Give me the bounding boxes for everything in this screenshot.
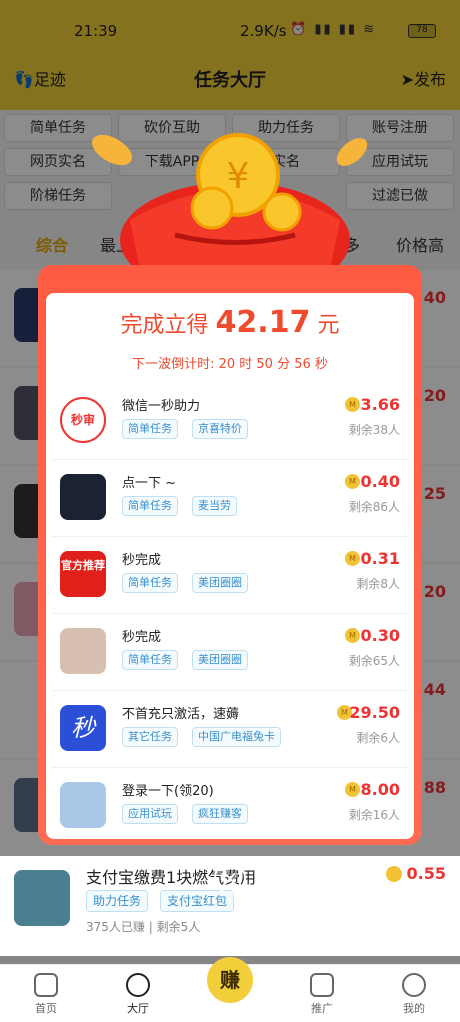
offer-remaining: 剩余86人 bbox=[348, 500, 400, 514]
offer-tag: 麦当劳 bbox=[192, 496, 237, 516]
offer-price: 0.31 bbox=[360, 549, 400, 568]
reward-modal: 完成立得 42.17 元 下一波倒计时: 20 时 50 分 56 秒 秒审 微… bbox=[38, 265, 422, 845]
offer-tag: 简单任务 bbox=[122, 573, 178, 593]
offer-price: 8.00 bbox=[360, 780, 400, 799]
nav-hall-label: 大厅 bbox=[127, 1002, 149, 1015]
offer-item[interactable]: 登录一下(领20) 应用试玩 疯狂赚客 M 8.00 剩余16人 bbox=[52, 768, 408, 845]
offer-tag: 应用试玩 bbox=[122, 804, 178, 824]
nav-promote[interactable]: 推广 bbox=[292, 973, 352, 1016]
task-price: 0.55 bbox=[406, 864, 446, 883]
home-icon bbox=[34, 973, 58, 997]
offer-tag: 疯狂赚客 bbox=[192, 804, 248, 824]
offer-item[interactable]: 秒审 微信一秒助力 简单任务 京喜特价 M 3.66 剩余38人 bbox=[52, 383, 408, 460]
countdown-text: 下一波倒计时: 20 时 50 分 56 秒 bbox=[132, 357, 328, 372]
offer-tag: 美团圈圈 bbox=[192, 650, 248, 670]
send-icon bbox=[310, 973, 334, 997]
offer-tag: 美团圈圈 bbox=[192, 573, 248, 593]
offer-remaining: 剩余6人 bbox=[356, 731, 400, 745]
offer-tag: 京喜特价 bbox=[192, 419, 248, 439]
offer-price: 0.30 bbox=[360, 626, 400, 645]
reward-unit: 元 bbox=[317, 313, 340, 338]
svg-text:¥: ¥ bbox=[227, 156, 250, 197]
offer-item[interactable]: 秒 不首充只激活，速薅 其它任务 中国广电福兔卡 M 29.50 剩余6人 bbox=[52, 691, 408, 768]
offer-tag: 简单任务 bbox=[122, 650, 178, 670]
profile-icon bbox=[402, 973, 426, 997]
offer-app-icon bbox=[60, 628, 106, 674]
offer-price: 3.66 bbox=[360, 395, 400, 414]
reward-headline: 完成立得 42.17 元 bbox=[46, 305, 414, 340]
offer-title: 微信一秒助力 bbox=[122, 399, 201, 414]
bottom-nav-bar: 首页 大厅 赚 推广 我的 bbox=[0, 957, 460, 1022]
close-modal-button[interactable]: × bbox=[214, 862, 246, 894]
earn-button[interactable]: 赚 bbox=[207, 957, 253, 1003]
offer-app-icon bbox=[60, 474, 106, 520]
task-stats: 375人已赚 | 剩余5人 bbox=[86, 920, 201, 934]
coin-icon: M bbox=[345, 782, 360, 797]
nav-mine[interactable]: 我的 bbox=[384, 973, 444, 1016]
offer-item[interactable]: 官方推荐 秒完成 简单任务 美团圈圈 M 0.31 剩余8人 bbox=[52, 537, 408, 614]
offer-remaining: 剩余16人 bbox=[348, 808, 400, 822]
nav-home-label: 首页 bbox=[35, 1002, 57, 1015]
headline-prefix: 完成立得 bbox=[120, 313, 209, 338]
offer-tag: 中国广电福兔卡 bbox=[192, 727, 281, 747]
offer-app-icon bbox=[60, 782, 106, 828]
offer-remaining: 剩余38人 bbox=[348, 423, 400, 437]
offer-tag: 简单任务 bbox=[122, 419, 178, 439]
offer-app-icon: 秒审 bbox=[60, 397, 106, 443]
offer-item[interactable]: 秒完成 简单任务 美团圈圈 M 0.30 剩余65人 bbox=[52, 614, 408, 691]
offer-app-icon: 秒 bbox=[60, 705, 106, 751]
offer-app-icon: 官方推荐 bbox=[60, 551, 106, 597]
offer-remaining: 剩余65人 bbox=[348, 654, 400, 668]
reward-card: 完成立得 42.17 元 下一波倒计时: 20 时 50 分 56 秒 秒审 微… bbox=[46, 293, 414, 839]
offer-title: 秒完成 bbox=[122, 630, 162, 645]
task-thumbnail bbox=[14, 870, 70, 926]
offer-price: 0.40 bbox=[360, 472, 400, 491]
offer-tag: 其它任务 bbox=[122, 727, 178, 747]
coin-icon: M bbox=[345, 397, 360, 412]
nav-promote-label: 推广 bbox=[311, 1002, 333, 1015]
offer-tag: 简单任务 bbox=[122, 496, 178, 516]
offer-item[interactable]: 点一下 ~ 简单任务 麦当劳 M 0.40 剩余86人 bbox=[52, 460, 408, 537]
coin-icon: M bbox=[345, 551, 360, 566]
coin-icon: M bbox=[345, 628, 360, 643]
offer-list: 秒审 微信一秒助力 简单任务 京喜特价 M 3.66 剩余38人 点一下 ~ 简… bbox=[52, 383, 408, 843]
coin-icon bbox=[386, 866, 402, 882]
offer-title: 不首充只激活，速薅 bbox=[122, 707, 240, 722]
task-tag: 助力任务 bbox=[86, 890, 149, 912]
coin-icon: M bbox=[345, 474, 360, 489]
task-tag: 支付宝红包 bbox=[160, 890, 235, 912]
hall-icon bbox=[126, 973, 150, 997]
nav-hall[interactable]: 大厅 bbox=[108, 973, 168, 1016]
offer-title: 秒完成 bbox=[122, 553, 162, 568]
offer-remaining: 剩余8人 bbox=[356, 577, 400, 591]
nav-home[interactable]: 首页 bbox=[16, 973, 76, 1016]
offer-title: 登录一下(领20) bbox=[122, 784, 214, 799]
offer-price: 29.50 bbox=[349, 703, 400, 722]
offer-title: 点一下 ~ bbox=[122, 476, 177, 491]
nav-mine-label: 我的 bbox=[403, 1002, 425, 1015]
reward-amount: 42.17 bbox=[215, 305, 311, 340]
